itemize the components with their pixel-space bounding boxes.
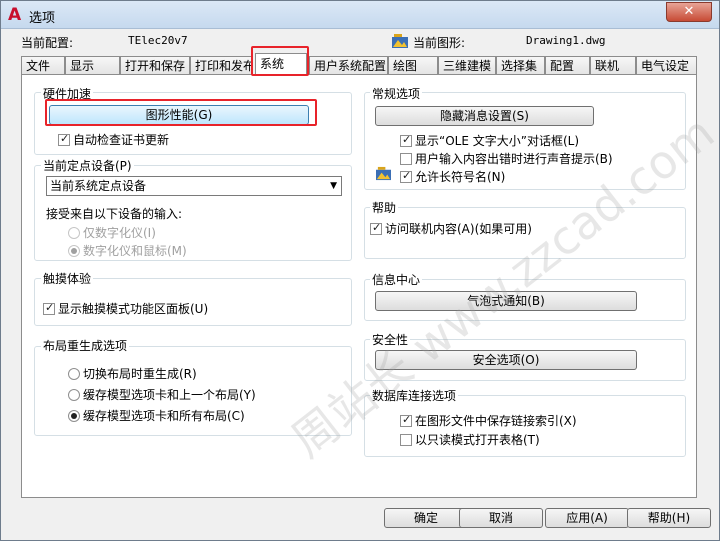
current-profile-label: 当前配置: <box>21 36 74 50</box>
annotation-highlight-graphics-button <box>45 99 317 126</box>
db-connectivity-title: 数据库连接选项 <box>370 387 459 404</box>
annotation-highlight-system-tab <box>251 46 309 76</box>
ole-text-size-label: 显示“OLE 文字大小”对话框(L) <box>415 134 580 148</box>
apply-button[interactable]: 应用(A) <box>545 508 629 528</box>
security-options-button[interactable]: 安全选项(O) <box>375 350 637 370</box>
help-button[interactable]: 帮助(H) <box>627 508 711 528</box>
beep-on-error-checkbox[interactable]: 用户输入内容出错时进行声音提示(B) <box>400 150 613 167</box>
long-symbol-names-label: 允许长符号名(N) <box>415 170 506 184</box>
regen-on-switch-label: 切换布局时重生成(R) <box>83 367 197 381</box>
window-title: 选项 <box>29 11 56 26</box>
radio-circle <box>68 227 80 239</box>
touch-experience-title: 触摸体验 <box>41 270 94 287</box>
tab-drafting[interactable]: 绘图 <box>388 56 438 75</box>
digitizer-only-radio[interactable]: 仅数字化仪(I) <box>68 224 156 241</box>
tab-user-preferences[interactable]: 用户系统配置 <box>309 56 388 75</box>
options-dialog: A 选项 ✕ 当前配置: TElec20v7 当前图形: Drawing1.dw… <box>0 0 720 541</box>
checkbox-box <box>400 153 412 165</box>
cache-model-last-radio[interactable]: 缓存模型选项卡和上一个布局(Y) <box>68 386 256 403</box>
close-button[interactable]: ✕ <box>666 2 712 22</box>
cache-model-all-label: 缓存模型选项卡和所有布局(C) <box>83 409 245 423</box>
current-drawing-value: Drawing1.dwg <box>526 34 606 47</box>
read-only-tables-checkbox[interactable]: 以只读模式打开表格(T) <box>400 431 540 448</box>
tab-plot-publish[interactable]: 打印和发布 <box>190 56 253 75</box>
tab-selection[interactable]: 选择集 <box>496 56 545 75</box>
system-tab-panel: 硬件加速 图形性能(G) 自动检查证书更新 当前定点设备(P) 当前系统定点设备… <box>21 74 697 498</box>
autocad-logo-icon: A <box>8 5 22 25</box>
drawing-icon <box>376 166 391 181</box>
pointing-device-title: 当前定点设备(P) <box>41 157 134 174</box>
tab-electrical-settings[interactable]: 电气设定 <box>636 56 697 75</box>
checkbox-box <box>370 221 382 235</box>
drawing-icon <box>392 34 408 48</box>
tab-online[interactable]: 联机 <box>590 56 636 75</box>
digitizer-mouse-label: 数字化仪和鼠标(M) <box>83 244 187 258</box>
layout-regen-title: 布局重生成选项 <box>41 337 130 354</box>
balloon-notification-button[interactable]: 气泡式通知(B) <box>375 291 637 311</box>
checkbox-box <box>400 434 412 446</box>
save-link-index-label: 在图形文件中保存链接索引(X) <box>415 414 577 428</box>
tab-profiles[interactable]: 配置 <box>545 56 590 75</box>
pointing-device-select[interactable]: 当前系统定点设备 ▼ <box>46 176 342 196</box>
tab-display[interactable]: 显示 <box>65 56 120 75</box>
online-content-checkbox[interactable]: 访问联机内容(A)(如果可用) <box>370 220 532 237</box>
tab-3d-modeling[interactable]: 三维建模 <box>438 56 496 75</box>
ok-button[interactable]: 确定 <box>384 508 468 528</box>
auto-check-cert-label: 自动检查证书更新 <box>73 133 170 147</box>
checkbox-box <box>400 133 412 147</box>
checkbox-box <box>400 413 412 427</box>
title-bar: A 选项 ✕ <box>1 1 719 29</box>
checkbox-box <box>58 132 70 146</box>
current-drawing-label: 当前图形: <box>413 36 466 50</box>
dropdown-arrow-icon: ▼ <box>330 181 337 191</box>
long-symbol-names-checkbox[interactable]: 允许长符号名(N) <box>400 168 505 185</box>
cancel-button[interactable]: 取消 <box>459 508 543 528</box>
help-title: 帮助 <box>370 199 399 216</box>
read-only-tables-label: 以只读模式打开表格(T) <box>415 433 540 447</box>
checkbox-box <box>400 169 412 183</box>
cache-model-last-label: 缓存模型选项卡和上一个布局(Y) <box>83 388 256 402</box>
cache-model-all-radio[interactable]: 缓存模型选项卡和所有布局(C) <box>68 407 245 424</box>
accept-input-label: 接受来自以下设备的输入: <box>46 207 183 221</box>
regen-on-switch-radio[interactable]: 切换布局时重生成(R) <box>68 365 197 382</box>
radio-circle <box>68 389 80 401</box>
digitizer-only-label: 仅数字化仪(I) <box>83 226 156 240</box>
radio-circle <box>68 410 80 422</box>
current-profile-value: TElec20v7 <box>128 34 188 47</box>
auto-check-cert-checkbox[interactable]: 自动检查证书更新 <box>58 131 169 148</box>
radio-circle <box>68 245 80 257</box>
digitizer-mouse-radio[interactable]: 数字化仪和鼠标(M) <box>68 242 187 259</box>
touch-panel-checkbox[interactable]: 显示触摸模式功能区面板(U) <box>43 300 208 317</box>
tab-files[interactable]: 文件 <box>21 56 65 75</box>
tab-open-save[interactable]: 打开和保存 <box>120 56 190 75</box>
save-link-index-checkbox[interactable]: 在图形文件中保存链接索引(X) <box>400 412 577 429</box>
security-title: 安全性 <box>370 331 411 348</box>
general-options-title: 常规选项 <box>370 85 423 102</box>
tab-strip: 文件 显示 打开和保存 打印和发布 系统 用户系统配置 绘图 三维建模 选择集 … <box>21 53 697 76</box>
info-center-title: 信息中心 <box>370 271 423 288</box>
beep-on-error-label: 用户输入内容出错时进行声音提示(B) <box>415 152 613 166</box>
radio-circle <box>68 368 80 380</box>
pointing-device-selected: 当前系统定点设备 <box>50 179 147 193</box>
touch-panel-label: 显示触摸模式功能区面板(U) <box>58 302 209 316</box>
hidden-messages-button[interactable]: 隐藏消息设置(S) <box>375 106 594 126</box>
ole-text-size-checkbox[interactable]: 显示“OLE 文字大小”对话框(L) <box>400 132 579 149</box>
online-content-label: 访问联机内容(A)(如果可用) <box>385 222 532 236</box>
checkbox-box <box>43 301 55 315</box>
